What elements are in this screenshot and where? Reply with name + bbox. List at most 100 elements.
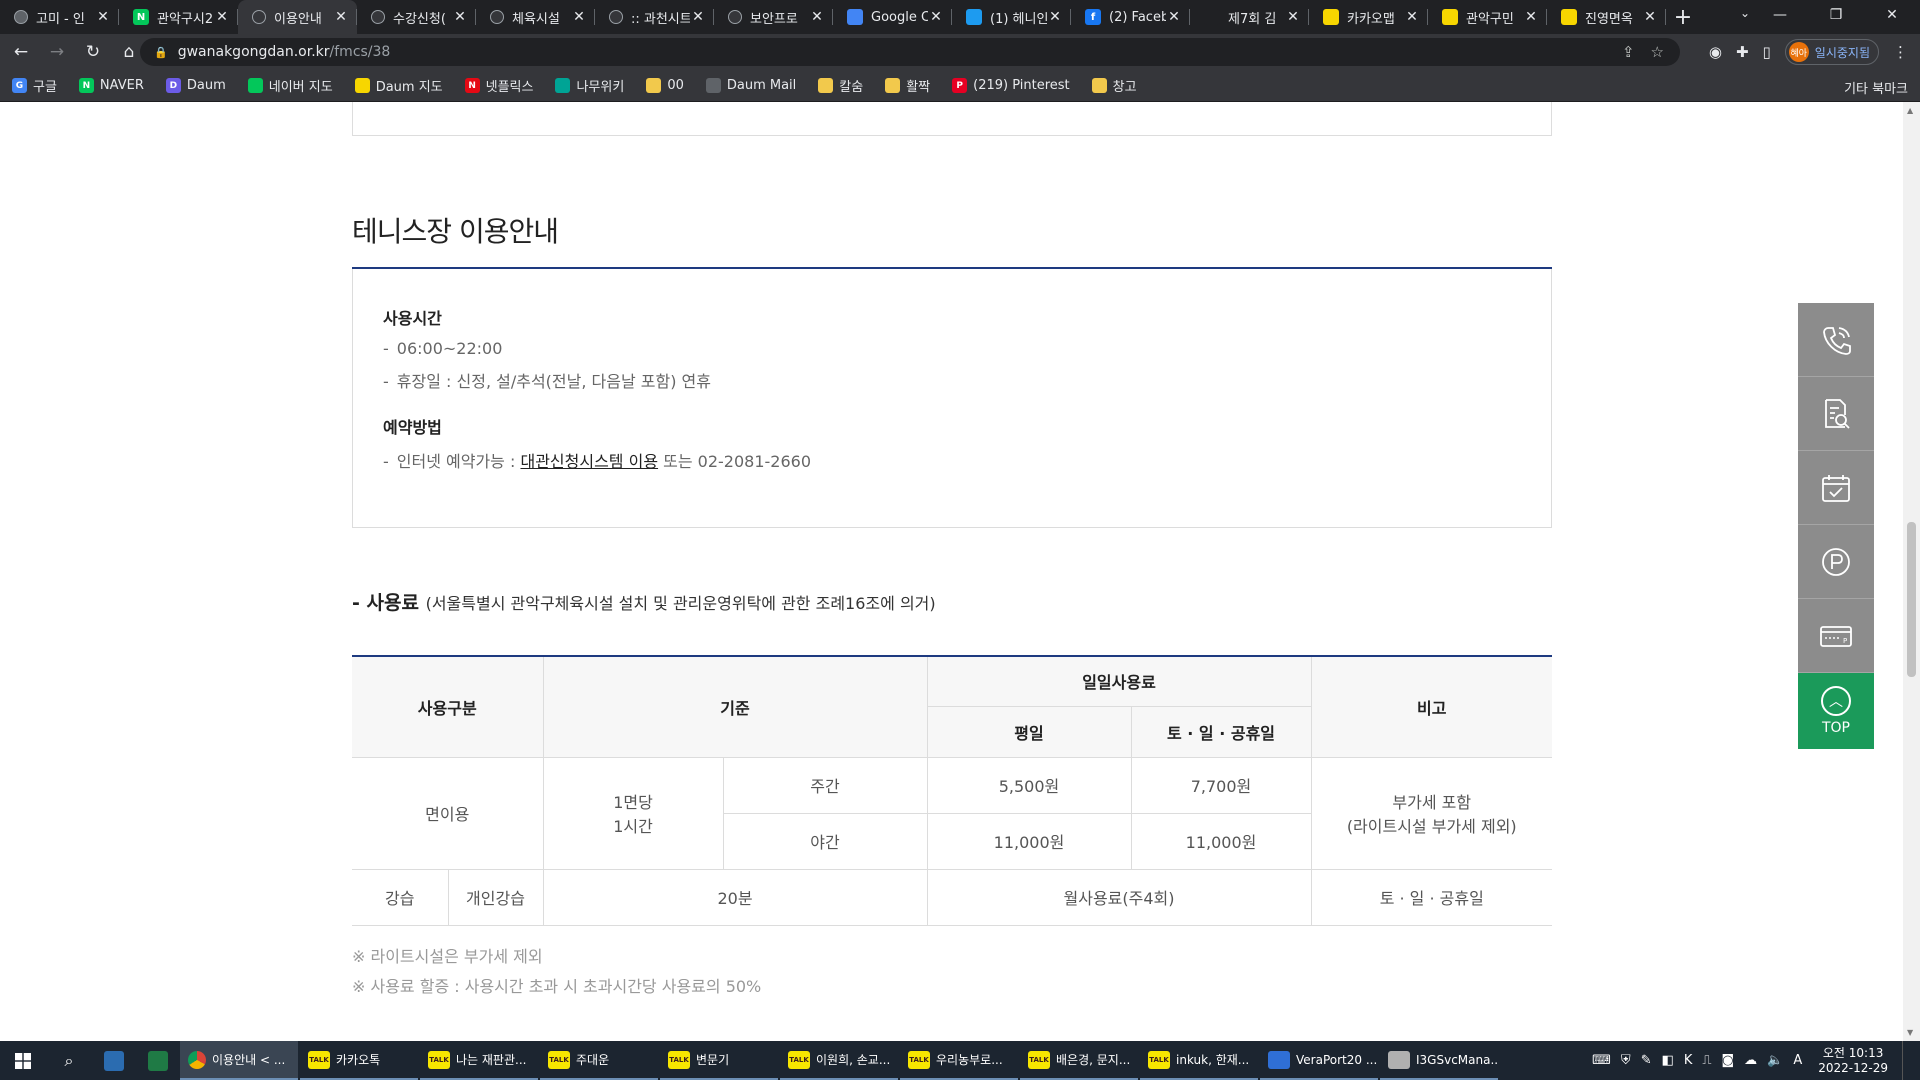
close-tab-icon[interactable]: ✕: [452, 9, 468, 25]
pen-icon[interactable]: ✎: [1641, 1053, 1652, 1068]
quick-phone-button[interactable]: [1798, 303, 1874, 377]
other-bookmarks[interactable]: 기타 북마크: [1844, 78, 1908, 97]
quick-parking-button[interactable]: [1798, 525, 1874, 599]
new-tab-button[interactable]: +: [1666, 0, 1700, 34]
close-tab-icon[interactable]: ✕: [1404, 9, 1420, 25]
browser-tab[interactable]: (1) 헤니인 ✕: [952, 0, 1071, 34]
bookmark-item[interactable]: 칼숨: [818, 76, 863, 95]
browser-tab[interactable]: N 관악구시2 ✕: [119, 0, 238, 34]
bookmark-item[interactable]: P (219) Pinterest: [952, 78, 1070, 93]
taskbar-search-icon[interactable]: ⌕: [46, 1041, 92, 1080]
browser-tab[interactable]: 관악구민 ✕: [1428, 0, 1547, 34]
scroll-down-icon[interactable]: ▼: [1907, 1028, 1913, 1037]
shield-icon[interactable]: ⛨: [1621, 1053, 1631, 1068]
language-icon[interactable]: A: [1793, 1053, 1802, 1068]
taskbar-app[interactable]: 이용안내 < ...: [180, 1041, 298, 1080]
show-desktop-button[interactable]: [1902, 1041, 1908, 1080]
bookmark-item[interactable]: 창고: [1091, 76, 1137, 95]
address-bar[interactable]: 🔒 gwanakgongdan.or.kr/fmcs/38 ⇪ ☆: [140, 38, 1680, 66]
reload-icon[interactable]: ↻: [78, 37, 108, 67]
minimize-icon[interactable]: —: [1752, 0, 1808, 30]
close-tab-icon[interactable]: ✕: [1523, 9, 1539, 25]
bookmark-item[interactable]: 활짝: [885, 76, 930, 95]
close-tab-icon[interactable]: ✕: [95, 9, 111, 25]
puzzle-extensions-icon[interactable]: ✚: [1736, 43, 1749, 61]
reservation-system-link[interactable]: 대관신청시스템 이용: [520, 452, 658, 471]
profile-button[interactable]: 혜아 일시중지됨: [1784, 39, 1879, 65]
close-tab-icon[interactable]: ✕: [809, 9, 825, 25]
cloud-icon[interactable]: ☁: [1744, 1053, 1757, 1068]
browser-tab[interactable]: 카카오맵 ✕: [1309, 0, 1428, 34]
browser-tab[interactable]: 수강신청(✕: [357, 0, 476, 34]
bookmark-item[interactable]: 네이버 지도: [247, 76, 333, 95]
cell-day-weekday-fee: 5,500원: [926, 756, 1132, 814]
share-icon[interactable]: ⇪: [1622, 43, 1635, 61]
taskbar-app[interactable]: TALK 변문기: [660, 1041, 778, 1080]
taskbar-app[interactable]: VeraPort20 ...: [1260, 1041, 1378, 1080]
back-icon[interactable]: ←: [6, 37, 36, 67]
browser-tab[interactable]: f (2) Faceb ✕: [1071, 0, 1190, 34]
quick-calendar-button[interactable]: [1798, 451, 1874, 525]
extension-icon[interactable]: ◉: [1709, 43, 1722, 61]
browser-tab[interactable]: 진영면옥 ✕: [1547, 0, 1666, 34]
quick-search-doc-button[interactable]: [1798, 377, 1874, 451]
hangul-icon[interactable]: [92, 1041, 136, 1080]
close-tab-icon[interactable]: ✕: [690, 9, 706, 25]
clock-date: 2022-12-29: [1818, 1060, 1888, 1075]
side-panel-icon[interactable]: ▯: [1763, 43, 1771, 61]
close-tab-icon[interactable]: ✕: [1285, 9, 1301, 25]
scroll-top-button[interactable]: ︿ TOP: [1798, 673, 1874, 749]
kakao-tray-icon[interactable]: K: [1684, 1053, 1693, 1068]
bookmark-item[interactable]: N 넷플릭스: [464, 76, 533, 95]
taskbar-app[interactable]: TALK 우리농부로...: [900, 1041, 1018, 1080]
bookmark-item[interactable]: 나무위키: [555, 76, 624, 95]
windows-start-button[interactable]: [0, 1041, 46, 1080]
browser-tab[interactable]: 제7회 김 ✕: [1190, 0, 1309, 34]
bookmark-item[interactable]: D Daum: [165, 78, 226, 93]
scrollbar-thumb[interactable]: [1907, 522, 1916, 677]
taskbar-app[interactable]: TALK 이원희, 손교...: [780, 1041, 898, 1080]
bookmark-item[interactable]: N NAVER: [78, 78, 144, 93]
chat-tray-icon[interactable]: ◙: [1722, 1053, 1735, 1068]
bookmark-item[interactable]: G 구글: [12, 76, 57, 95]
usb-icon[interactable]: ⎍: [1702, 1053, 1711, 1068]
browser-tab[interactable]: Google C ✕: [833, 0, 952, 34]
restore-icon[interactable]: ❐: [1808, 0, 1864, 30]
bookmark-item[interactable]: 00: [646, 78, 684, 93]
forward-icon[interactable]: →: [42, 37, 72, 67]
tab-search-icon[interactable]: ⌄: [1740, 6, 1750, 20]
close-tab-icon[interactable]: ✕: [928, 9, 944, 25]
close-window-icon[interactable]: ✕: [1864, 0, 1920, 30]
page-scrollbar[interactable]: ▲ ▼: [1903, 102, 1920, 1041]
tab-title: 관악구민: [1466, 11, 1514, 27]
taskbar-app[interactable]: I3GSvcMana...: [1380, 1041, 1498, 1080]
browser-tab[interactable]: 체육시설 ✕: [476, 0, 595, 34]
system-clock[interactable]: 오전 10:13 2022-12-29: [1818, 1046, 1888, 1076]
close-tab-icon[interactable]: ✕: [571, 9, 587, 25]
app-tray-icon[interactable]: ◧: [1662, 1053, 1674, 1068]
browser-tab[interactable]: 고미 - 인 ✕: [0, 0, 119, 34]
browser-tab[interactable]: :: 과천시트 ✕: [595, 0, 714, 34]
taskbar-app[interactable]: TALK 주대운: [540, 1041, 658, 1080]
close-tab-icon[interactable]: ✕: [1166, 9, 1182, 25]
bookmark-item[interactable]: Daum Mail: [705, 78, 796, 93]
close-tab-icon[interactable]: ✕: [333, 9, 349, 25]
browser-tab[interactable]: 보안프로 ✕: [714, 0, 833, 34]
bookmark-item[interactable]: Daum 지도: [354, 76, 443, 95]
close-tab-icon[interactable]: ✕: [1047, 9, 1063, 25]
bookmark-star-icon[interactable]: ☆: [1651, 43, 1664, 61]
taskbar-app[interactable]: TALK 나는 재판관...: [420, 1041, 538, 1080]
scroll-up-icon[interactable]: ▲: [1907, 106, 1913, 115]
browser-tab[interactable]: 이용안내 ✕: [238, 0, 357, 34]
menu-kebab-icon[interactable]: ⋮: [1893, 43, 1908, 61]
tab-title: 제7회 김: [1228, 11, 1277, 27]
taskbar-app[interactable]: TALK inkuk, 한재...: [1140, 1041, 1258, 1080]
close-tab-icon[interactable]: ✕: [1642, 9, 1658, 25]
volume-icon[interactable]: 🔈: [1767, 1053, 1783, 1068]
close-tab-icon[interactable]: ✕: [214, 9, 230, 25]
keyboard-icon[interactable]: ⌨: [1592, 1053, 1611, 1068]
taskbar-app[interactable]: TALK 배은경, 문지...: [1020, 1041, 1138, 1080]
taskbar-app[interactable]: TALK 카카오톡: [300, 1041, 418, 1080]
excel-icon[interactable]: [136, 1041, 180, 1080]
quick-card-button[interactable]: P: [1798, 599, 1874, 673]
